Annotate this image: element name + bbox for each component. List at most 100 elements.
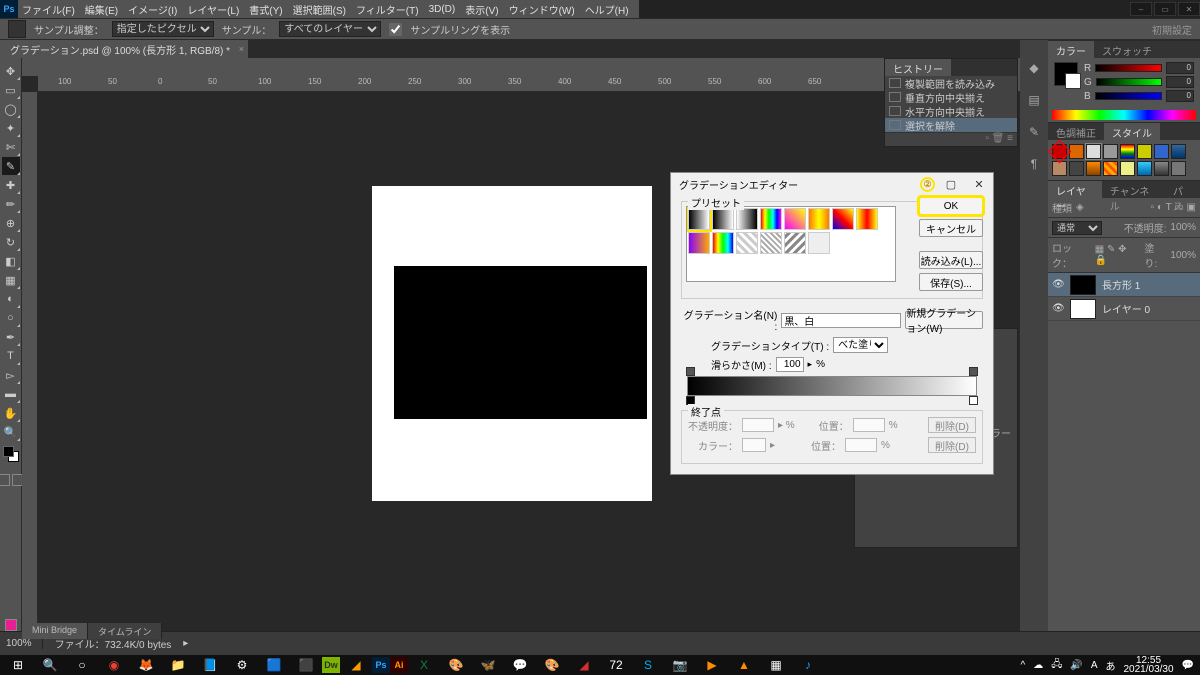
tray-ime-icon[interactable]: A [1091, 660, 1098, 671]
excel-icon[interactable]: X [408, 655, 440, 675]
menu-edit[interactable]: 編集(E) [85, 2, 118, 17]
style-item[interactable] [1137, 144, 1152, 159]
style-item[interactable] [1103, 161, 1118, 176]
explorer-icon[interactable]: 📁 [162, 655, 194, 675]
b-slider[interactable] [1095, 92, 1162, 100]
path-tool[interactable]: ▻ [2, 366, 20, 384]
hand-tool[interactable]: ✋ [2, 404, 20, 422]
r-slider[interactable] [1095, 64, 1162, 72]
search-icon[interactable]: 🔍 [34, 655, 66, 675]
app-icon[interactable]: 72 [600, 655, 632, 675]
menu-layer[interactable]: レイヤー(L) [187, 2, 239, 17]
dialog-maximize[interactable]: ▢ [937, 178, 965, 191]
photoshop-icon[interactable]: Ps [372, 657, 390, 673]
style-item[interactable] [1137, 161, 1152, 176]
notif-icon[interactable]: 💬 [1182, 660, 1194, 671]
minibridge-tab[interactable]: Mini Bridge [22, 623, 88, 639]
fill-value[interactable]: 100% [1170, 250, 1196, 261]
lasso-tool[interactable]: ◯ [2, 100, 20, 118]
app-icon[interactable]: 🟦 [258, 655, 290, 675]
preset-item[interactable] [784, 208, 806, 230]
tray-cloud-icon[interactable]: ☁ [1033, 660, 1043, 671]
music-icon[interactable]: ♪ [792, 655, 824, 675]
app-icon[interactable]: ▦ [760, 655, 792, 675]
menu-type[interactable]: 書式(Y) [249, 2, 282, 17]
gradtype-select[interactable]: べた塗り [833, 337, 888, 353]
menu-3d[interactable]: 3D(D) [429, 4, 456, 15]
dodge-tool[interactable]: ○ [2, 309, 20, 327]
style-item[interactable] [1154, 144, 1169, 159]
chrome-icon[interactable]: ◉ [98, 655, 130, 675]
dreamweaver-icon[interactable]: Dw [322, 657, 340, 673]
pen-tool[interactable]: ✒ [2, 328, 20, 346]
firefox-icon[interactable]: 🦊 [130, 655, 162, 675]
menu-help[interactable]: ヘルプ(H) [585, 2, 629, 17]
menu-image[interactable]: イメージ(I) [128, 2, 177, 17]
eraser-tool[interactable]: ◧ [2, 252, 20, 270]
blur-tool[interactable]: ◐ [2, 290, 20, 308]
preset-item[interactable] [760, 208, 782, 230]
shape-tool[interactable]: ▬ [2, 385, 20, 403]
preset-black-white[interactable] [688, 208, 710, 230]
app-icon[interactable]: ▶ [696, 655, 728, 675]
channels-tab[interactable]: チャンネル [1102, 181, 1165, 198]
newgrad-button[interactable]: 新規グラデーション(W) [905, 311, 983, 329]
eyedropper-tool[interactable]: ✎ [2, 157, 20, 175]
cancel-button[interactable]: キャンセル [919, 219, 983, 237]
menu-window[interactable]: ウィンドウ(W) [509, 2, 575, 17]
dialog-close[interactable]: ✕ [965, 178, 993, 191]
gradname-input[interactable] [781, 313, 901, 328]
tray-up-icon[interactable]: ^ [1021, 660, 1026, 671]
menu-view[interactable]: 表示(V) [465, 2, 498, 17]
document-tab[interactable]: グラデーション.psd @ 100% (長方形 1, RGB/8) * × [0, 40, 248, 58]
ok-button[interactable]: OK [919, 197, 983, 215]
skype-icon[interactable]: S [632, 655, 664, 675]
app-icon[interactable]: 📷 [664, 655, 696, 675]
strip-icon[interactable]: ✎ [1024, 122, 1044, 142]
illustrator-icon[interactable]: Ai [390, 657, 408, 673]
window-maximize[interactable]: ▭ [1154, 2, 1176, 16]
opacity-stop[interactable] [969, 367, 978, 376]
stamp-tool[interactable]: ⊕ [2, 214, 20, 232]
style-item[interactable] [1086, 144, 1101, 159]
panel-swatch[interactable] [1054, 62, 1078, 86]
menu-select[interactable]: 選択範囲(S) [293, 2, 346, 17]
smooth-input[interactable] [776, 357, 804, 372]
app-icon[interactable]: 📘 [194, 655, 226, 675]
style-item[interactable] [1103, 144, 1118, 159]
brush-tool[interactable]: ✏ [2, 195, 20, 213]
style-item[interactable] [1069, 161, 1084, 176]
settings-icon[interactable]: ⚙ [226, 655, 258, 675]
save-button[interactable]: 保存(S)... [919, 273, 983, 291]
tray-net-icon[interactable]: 🖧 [1051, 657, 1062, 674]
style-item[interactable] [1171, 144, 1186, 159]
window-close[interactable]: ✕ [1178, 2, 1200, 16]
style-item[interactable] [1120, 161, 1135, 176]
cortana-icon[interactable]: ○ [66, 655, 98, 675]
start-icon[interactable]: ⊞ [2, 655, 34, 675]
preset-item[interactable] [808, 232, 830, 254]
history-item[interactable]: 選択を解除 [885, 118, 1017, 132]
app-icon[interactable]: 🦋 [472, 655, 504, 675]
gradient-tool[interactable]: ▦ [2, 271, 20, 289]
preset-item[interactable] [712, 208, 734, 230]
sample-mode[interactable]: 指定したピクセル [112, 21, 214, 37]
blend-mode[interactable]: 通常 [1052, 221, 1102, 235]
preset-item[interactable] [712, 232, 734, 254]
canvas[interactable] [372, 186, 652, 501]
eye-icon[interactable]: 👁 [1052, 303, 1064, 314]
wand-tool[interactable]: ✦ [2, 119, 20, 137]
style-tab[interactable]: スタイル [1104, 123, 1160, 140]
strip-icon[interactable]: ¶ [1024, 154, 1044, 174]
menu-file[interactable]: ファイル(F) [22, 2, 75, 17]
sublime-icon[interactable]: ◢ [340, 655, 372, 675]
g-value[interactable]: 0 [1166, 76, 1194, 88]
color-swatch[interactable] [3, 446, 19, 462]
workspace-label[interactable]: 初期設定 [1152, 22, 1192, 37]
preset-item[interactable] [688, 232, 710, 254]
load-button[interactable]: 読み込み(L)... [919, 251, 983, 269]
preset-item[interactable] [808, 208, 830, 230]
layers-tab[interactable]: レイヤー [1048, 181, 1102, 198]
vlc-icon[interactable]: ▲ [728, 655, 760, 675]
zoom-status[interactable]: 100% [6, 638, 43, 649]
